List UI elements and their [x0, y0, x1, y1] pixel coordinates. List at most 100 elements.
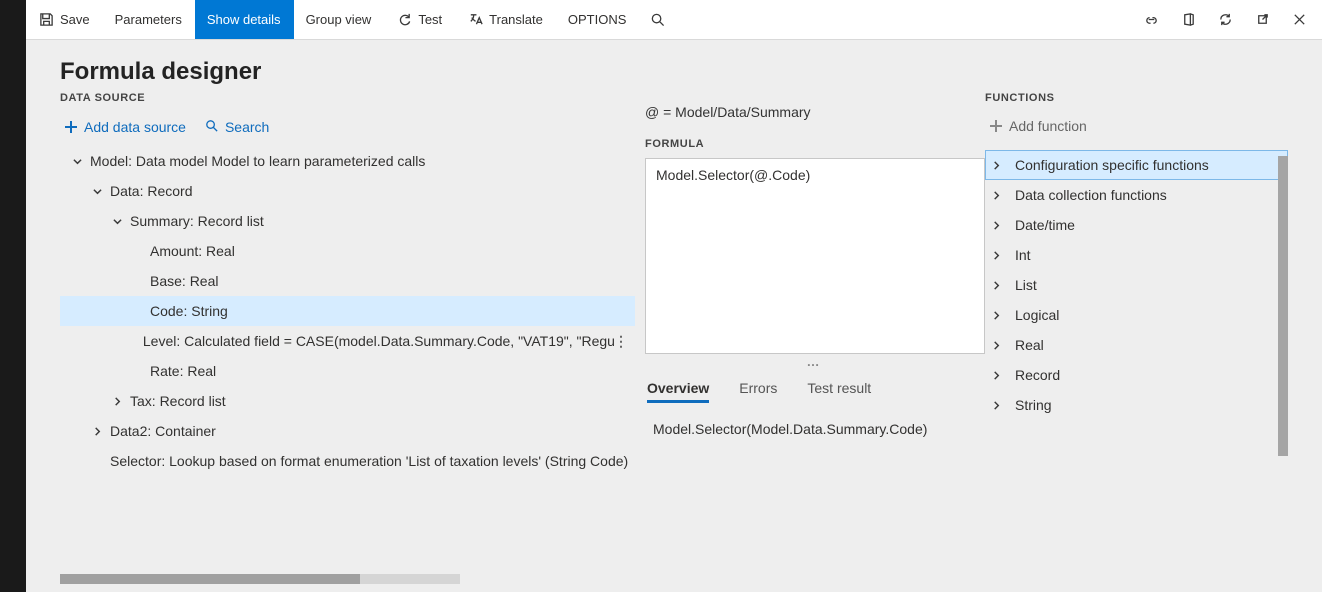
overview-value: Model.Selector(Model.Data.Summary.Code)	[645, 403, 985, 437]
add-function-label: Add function	[1009, 118, 1087, 134]
tab-test-result[interactable]: Test result	[807, 376, 871, 403]
search-icon	[649, 12, 665, 28]
link-button[interactable]	[1133, 0, 1170, 39]
function-category[interactable]: Date/time	[985, 210, 1288, 240]
add-function-button[interactable]: Add function	[989, 118, 1087, 134]
data-source-heading: DATA SOURCE	[60, 92, 635, 104]
formula-editor[interactable]: Model.Selector(@.Code)	[645, 158, 985, 354]
search-data-source-button[interactable]: Search	[204, 118, 269, 136]
resize-handle[interactable]: …	[645, 354, 985, 370]
function-label: Int	[1015, 247, 1031, 263]
functions-list: Configuration specific functions Data co…	[985, 150, 1288, 420]
office-icon	[1180, 12, 1196, 28]
expand-icon[interactable]	[989, 218, 1003, 232]
parameters-button[interactable]: Parameters	[103, 0, 195, 39]
function-category[interactable]: String	[985, 390, 1288, 420]
function-label: Logical	[1015, 307, 1059, 323]
tree-node-selector[interactable]: Selector: Lookup based on format enumera…	[60, 446, 635, 476]
function-category[interactable]: Configuration specific functions	[985, 150, 1288, 180]
add-data-source-label: Add data source	[84, 119, 186, 135]
function-category[interactable]: Record	[985, 360, 1288, 390]
add-data-source-button[interactable]: Add data source	[64, 119, 186, 135]
expand-icon[interactable]	[989, 308, 1003, 322]
save-button[interactable]: Save	[26, 0, 103, 39]
expand-icon[interactable]	[989, 398, 1003, 412]
expand-icon[interactable]	[989, 248, 1003, 262]
tree-node-amount[interactable]: Amount: Real	[60, 236, 635, 266]
function-category[interactable]: Real	[985, 330, 1288, 360]
options-label: OPTIONS	[568, 12, 627, 27]
tab-overview[interactable]: Overview	[647, 376, 709, 403]
function-category[interactable]: Int	[985, 240, 1288, 270]
tree-node-level[interactable]: Level: Calculated field = CASE(model.Dat…	[60, 326, 635, 356]
function-category[interactable]: Logical	[985, 300, 1288, 330]
refresh-icon	[396, 12, 412, 28]
tree-node-rate[interactable]: Rate: Real	[60, 356, 635, 386]
expand-icon[interactable]	[90, 424, 104, 438]
functions-heading: FUNCTIONS	[985, 92, 1288, 104]
save-label: Save	[60, 12, 90, 27]
refresh-button[interactable]	[1207, 0, 1244, 39]
function-label: List	[1015, 277, 1037, 293]
collapse-icon[interactable]	[110, 214, 124, 228]
translate-icon	[467, 12, 483, 28]
tree-label: Summary: Record list	[130, 213, 264, 229]
context-path: @ = Model/Data/Summary	[645, 104, 985, 138]
formula-text: Model.Selector(@.Code)	[656, 167, 810, 183]
scrollbar-thumb[interactable]	[1278, 156, 1288, 456]
tree-node-code[interactable]: Code: String	[60, 296, 635, 326]
test-button[interactable]: Test	[384, 0, 455, 39]
data-source-tree: Model: Data model Model to learn paramet…	[60, 146, 635, 476]
link-icon	[1143, 12, 1159, 28]
expand-icon[interactable]	[110, 394, 124, 408]
expand-icon[interactable]	[989, 338, 1003, 352]
scrollbar-thumb[interactable]	[60, 574, 360, 584]
function-category[interactable]: List	[985, 270, 1288, 300]
tree-node-base[interactable]: Base: Real	[60, 266, 635, 296]
close-button[interactable]	[1281, 0, 1318, 39]
tree-node-tax[interactable]: Tax: Record list	[60, 386, 635, 416]
row-overflow-icon[interactable]: ⋮	[614, 333, 635, 350]
tree-node-data[interactable]: Data: Record	[60, 176, 635, 206]
show-details-label: Show details	[207, 12, 281, 27]
plus-icon	[64, 120, 78, 134]
expand-icon[interactable]	[989, 368, 1003, 382]
toolbar: Save Parameters Show details Group view …	[26, 0, 1322, 40]
translate-button[interactable]: Translate	[455, 0, 556, 39]
group-view-button[interactable]: Group view	[294, 0, 385, 39]
function-label: Data collection functions	[1015, 187, 1167, 203]
tab-errors[interactable]: Errors	[739, 376, 777, 403]
search-label: Search	[225, 119, 269, 135]
function-category[interactable]: Data collection functions	[985, 180, 1288, 210]
tree-label: Amount: Real	[150, 243, 235, 259]
horizontal-scrollbar[interactable]	[60, 574, 460, 584]
show-details-button[interactable]: Show details	[195, 0, 294, 39]
function-label: String	[1015, 397, 1052, 413]
office-app-button[interactable]	[1170, 0, 1207, 39]
options-button[interactable]: OPTIONS	[556, 0, 640, 39]
popout-button[interactable]	[1244, 0, 1281, 39]
test-label: Test	[418, 12, 442, 27]
search-small-icon	[204, 118, 219, 136]
tree-label: Selector: Lookup based on format enumera…	[110, 453, 628, 469]
expand-icon[interactable]	[989, 188, 1003, 202]
formula-heading: FORMULA	[645, 138, 985, 150]
expand-icon[interactable]	[989, 158, 1003, 172]
tree-node-model[interactable]: Model: Data model Model to learn paramet…	[60, 146, 635, 176]
plus-icon	[989, 119, 1003, 133]
search-button[interactable]	[639, 0, 676, 39]
group-view-label: Group view	[306, 12, 372, 27]
collapse-icon[interactable]	[90, 184, 104, 198]
page-title: Formula designer	[60, 58, 1288, 86]
tree-node-summary[interactable]: Summary: Record list	[60, 206, 635, 236]
tree-label: Tax: Record list	[130, 393, 226, 409]
tree-label: Base: Real	[150, 273, 218, 289]
expand-icon[interactable]	[989, 278, 1003, 292]
tree-node-data2[interactable]: Data2: Container	[60, 416, 635, 446]
translate-label: Translate	[489, 12, 543, 27]
vertical-scrollbar[interactable]	[1278, 156, 1288, 456]
function-label: Configuration specific functions	[1015, 157, 1209, 173]
tree-label: Data: Record	[110, 183, 192, 199]
collapse-icon[interactable]	[70, 154, 84, 168]
parameters-label: Parameters	[115, 12, 182, 27]
